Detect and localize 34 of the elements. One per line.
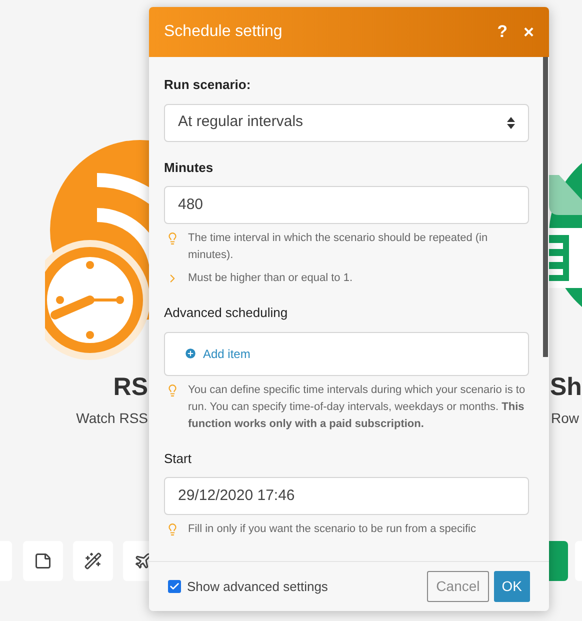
- airplane-icon: [134, 552, 152, 570]
- module-subtitle: Watch RSS: [76, 409, 148, 428]
- plus-icon: [184, 347, 197, 360]
- close-button[interactable]: ×: [523, 18, 534, 46]
- hint-text: Fill in only if you want the scenario to be run from a specific: [188, 522, 476, 537]
- module-title: Sh: [550, 372, 582, 403]
- lightbulb-icon: [166, 384, 179, 396]
- module-subtitle: Row: [551, 409, 580, 428]
- field-label: Advanced scheduling: [164, 304, 289, 322]
- field-label: Start: [164, 450, 192, 468]
- input-field[interactable]: 29/12/2020 17:46: [164, 477, 529, 515]
- hint-text: Must be higher than or equal to 1.: [188, 271, 352, 286]
- note-icon: [34, 552, 52, 570]
- hint-text: The time interval in which the scenario should be repeated (in minutes).: [188, 231, 489, 263]
- magic-wand-icon: [84, 552, 102, 570]
- sort-icon: [507, 116, 515, 128]
- help-button[interactable]: ?: [497, 19, 508, 45]
- add-item-link[interactable]: Add item: [184, 344, 250, 362]
- module-title: RS: [113, 372, 148, 403]
- select-field[interactable]: At regular intervals: [164, 104, 529, 142]
- lightbulb-icon: [166, 232, 179, 245]
- note-button[interactable]: [23, 541, 63, 581]
- hint-text: You can define specific time intervals during which your scenario is to run. You can specify time-of-day intervals, weekdays or months. This function works only with a paid subscription.: [188, 382, 526, 432]
- ok-button[interactable]: OK: [494, 571, 530, 602]
- input-field[interactable]: 480: [164, 186, 529, 224]
- checkbox[interactable]: [168, 580, 181, 593]
- field-label: Minutes: [164, 158, 214, 176]
- cancel-button[interactable]: Cancel: [427, 571, 489, 602]
- scrollbar[interactable]: [543, 57, 548, 357]
- lightbulb-icon: [166, 523, 179, 536]
- dialog-title: Schedule setting: [164, 22, 284, 42]
- checkbox-label: Show advanced settings: [187, 578, 328, 596]
- magic-wand-button[interactable]: [73, 541, 113, 581]
- field-label: Run scenario:: [164, 76, 252, 94]
